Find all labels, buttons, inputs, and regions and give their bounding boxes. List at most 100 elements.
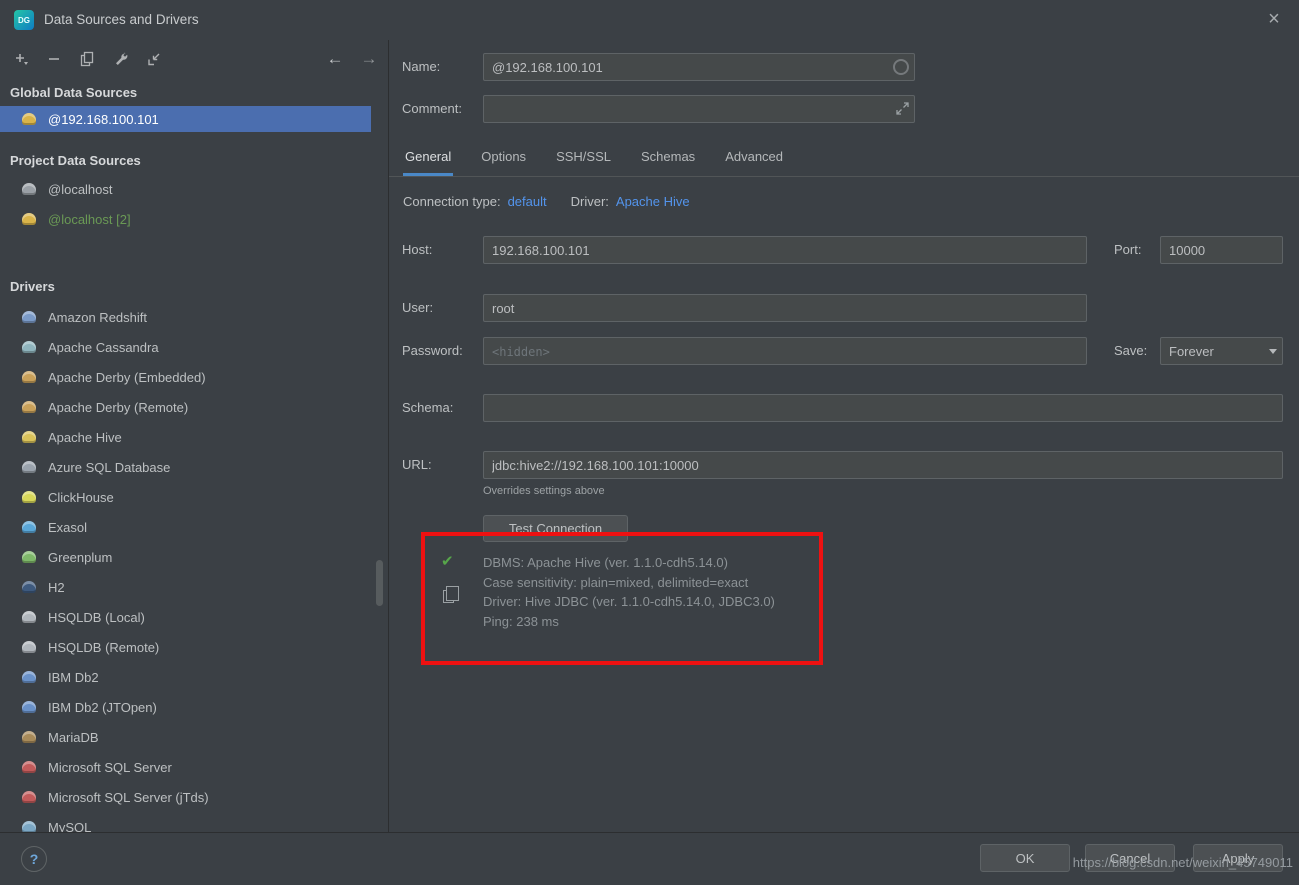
apache-cassandra-icon xyxy=(22,341,36,353)
data-sources-dialog: DG Data Sources and Drivers × xyxy=(0,0,1299,885)
apache-hive-icon xyxy=(22,213,36,225)
driver-item[interactable]: HSQLDB (Remote) xyxy=(0,632,371,662)
import-button[interactable] xyxy=(141,46,167,72)
titlebar: DG Data Sources and Drivers × xyxy=(0,0,1299,40)
datasource-label: @192.168.100.101 xyxy=(48,112,159,127)
tab-label: General xyxy=(405,149,451,164)
driver-label: Amazon Redshift xyxy=(48,310,147,325)
port-input[interactable] xyxy=(1160,236,1283,264)
help-button[interactable]: ? xyxy=(21,846,47,872)
driver-item[interactable]: Amazon Redshift xyxy=(0,302,371,332)
duplicate-button[interactable] xyxy=(74,46,100,72)
datasource-item[interactable]: @192.168.100.101 xyxy=(0,106,371,132)
driver-link[interactable]: Apache Hive xyxy=(616,194,690,209)
driver-label: Apache Derby (Remote) xyxy=(48,400,188,415)
comment-input[interactable] xyxy=(483,95,915,123)
exasol-icon xyxy=(22,521,36,533)
driver-item[interactable]: H2 xyxy=(0,572,371,602)
ibm-db2-jtopen-icon xyxy=(22,701,36,713)
h2-icon xyxy=(22,581,36,593)
tab[interactable]: General xyxy=(403,143,453,176)
sidebar-scrollbar-thumb[interactable] xyxy=(376,560,383,606)
microsoft-sql-server-icon xyxy=(22,761,36,773)
driver-label: HSQLDB (Local) xyxy=(48,610,145,625)
driver-label: Microsoft SQL Server (jTds) xyxy=(48,790,209,805)
apache-hive-icon xyxy=(22,113,36,125)
driver-item[interactable]: Greenplum xyxy=(0,542,371,572)
driver-label: IBM Db2 xyxy=(48,670,99,685)
apache-derby-embedded-icon xyxy=(22,371,36,383)
tab[interactable]: Schemas xyxy=(639,143,697,176)
driver-label: Microsoft SQL Server xyxy=(48,760,172,775)
arrow-import-icon xyxy=(146,51,162,67)
driver-item[interactable]: IBM Db2 xyxy=(0,662,371,692)
microsoft-sql-server-jtds-icon xyxy=(22,791,36,803)
result-line: Case sensitivity: plain=mixed, delimited… xyxy=(483,573,775,593)
driver-item[interactable]: Apache Hive xyxy=(0,422,371,452)
driver-label: Exasol xyxy=(48,520,87,535)
test-connection-button[interactable]: Test Connection xyxy=(483,515,628,542)
greenplum-icon xyxy=(22,551,36,563)
save-dropdown[interactable]: Forever xyxy=(1160,337,1283,365)
tab-label: Advanced xyxy=(725,149,783,164)
user-input[interactable] xyxy=(483,294,1087,322)
driver-item[interactable]: MariaDB xyxy=(0,722,371,752)
result-line: DBMS: Apache Hive (ver. 1.1.0-cdh5.14.0) xyxy=(483,553,775,573)
url-note: Overrides settings above xyxy=(483,485,605,497)
tab[interactable]: SSH/SSL xyxy=(554,143,613,176)
driver-item[interactable]: IBM Db2 (JTOpen) xyxy=(0,692,371,722)
password-input[interactable] xyxy=(483,337,1087,365)
mysql-icon xyxy=(22,183,36,195)
forward-button[interactable]: → xyxy=(356,46,382,72)
back-button[interactable]: ← xyxy=(322,46,348,72)
driver-label: MySQL xyxy=(48,820,91,833)
drivers-list: Amazon Redshift Apache Cassandra Apache … xyxy=(0,302,371,832)
name-input[interactable] xyxy=(483,53,915,81)
port-label: Port: xyxy=(1114,236,1141,264)
chevron-down-icon xyxy=(1264,349,1282,354)
driver-label: Driver: xyxy=(571,194,609,209)
datasource-item[interactable]: @localhost [2] xyxy=(0,204,371,234)
datagrip-logo-icon: DG xyxy=(14,10,34,30)
driver-item[interactable]: Apache Derby (Remote) xyxy=(0,392,371,422)
driver-label: Apache Hive xyxy=(48,430,122,445)
driver-label: MariaDB xyxy=(48,730,99,745)
mariadb-icon xyxy=(22,731,36,743)
properties-button[interactable] xyxy=(108,46,134,72)
url-input[interactable] xyxy=(483,451,1283,479)
close-icon[interactable]: × xyxy=(1259,4,1289,34)
driver-item[interactable]: Apache Derby (Embedded) xyxy=(0,362,371,392)
window-title: Data Sources and Drivers xyxy=(44,0,199,40)
driver-item[interactable]: HSQLDB (Local) xyxy=(0,602,371,632)
password-label: Password: xyxy=(402,337,463,365)
driver-item[interactable]: Microsoft SQL Server (jTds) xyxy=(0,782,371,812)
project-datasources-header: Project Data Sources xyxy=(10,152,141,170)
save-dropdown-value: Forever xyxy=(1161,344,1264,359)
host-label: Host: xyxy=(402,236,432,264)
datasource-item[interactable]: @localhost xyxy=(0,174,371,204)
driver-item[interactable]: MySQL xyxy=(0,812,371,832)
driver-item[interactable]: Azure SQL Database xyxy=(0,452,371,482)
driver-item[interactable]: Microsoft SQL Server xyxy=(0,752,371,782)
driver-item[interactable]: ClickHouse xyxy=(0,482,371,512)
apache-derby-remote-icon xyxy=(22,401,36,413)
copy-result-icon[interactable] xyxy=(443,590,454,603)
connection-type-row: Connection type: default Driver: Apache … xyxy=(403,192,690,210)
schema-label: Schema: xyxy=(402,394,453,422)
clickhouse-icon xyxy=(22,491,36,503)
remove-datasource-button[interactable] xyxy=(41,46,67,72)
schema-input[interactable] xyxy=(483,394,1283,422)
tab-label: SSH/SSL xyxy=(556,149,611,164)
wrench-icon xyxy=(113,51,129,67)
add-datasource-button[interactable] xyxy=(8,46,34,72)
driver-item[interactable]: Apache Cassandra xyxy=(0,332,371,362)
hsqldb-local-icon xyxy=(22,611,36,623)
sidebar-toolbar: ← → xyxy=(0,40,388,78)
driver-item[interactable]: Exasol xyxy=(0,512,371,542)
tab[interactable]: Advanced xyxy=(723,143,785,176)
ok-button[interactable]: OK xyxy=(980,844,1070,872)
connection-type-link[interactable]: default xyxy=(508,194,547,209)
expand-icon[interactable] xyxy=(895,101,910,119)
host-input[interactable] xyxy=(483,236,1087,264)
tab[interactable]: Options xyxy=(479,143,528,176)
